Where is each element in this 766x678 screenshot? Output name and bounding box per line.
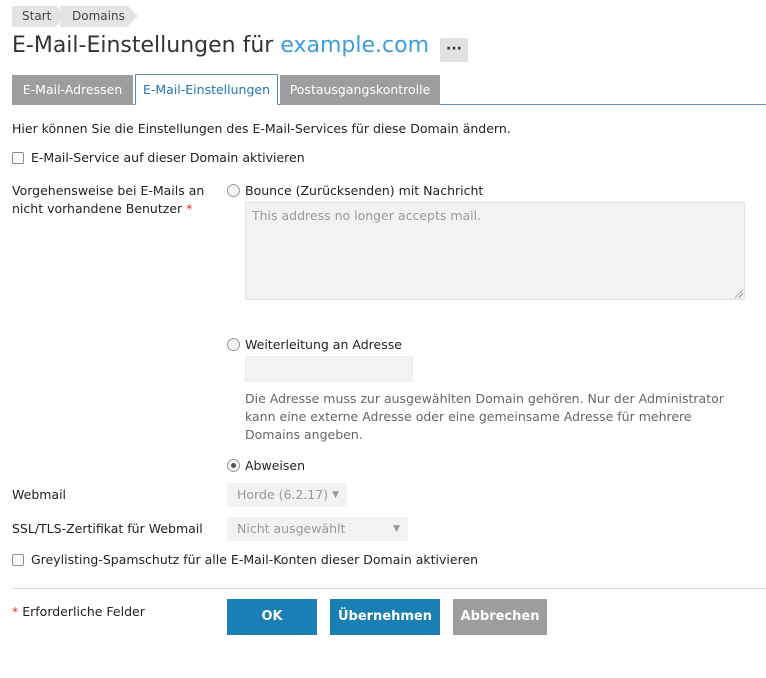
enable-mail-service-label[interactable]: E-Mail-Service auf dieser Domain aktivie… xyxy=(31,150,305,165)
tab-email-settings[interactable]: E-Mail-Einstellungen xyxy=(135,74,278,105)
required-asterisk: * xyxy=(186,201,193,216)
webmail-label: Webmail xyxy=(12,487,67,502)
resize-grip-icon[interactable] xyxy=(734,289,743,298)
bounce-radio[interactable] xyxy=(227,184,240,197)
reject-radio-label[interactable]: Abweisen xyxy=(245,458,305,473)
ok-button[interactable]: OK xyxy=(227,599,317,635)
more-actions-button[interactable]: ··· xyxy=(440,38,468,62)
bounce-radio-label[interactable]: Bounce (Zurücksenden) mit Nachricht xyxy=(245,183,483,198)
apply-button[interactable]: Übernehmen xyxy=(330,599,440,635)
page-title-domain[interactable]: example.com xyxy=(280,33,429,58)
bounce-message-textarea[interactable]: This address no longer accepts mail. xyxy=(245,202,745,300)
forward-address-hint: Die Adresse muss zur ausgewählten Domain… xyxy=(245,391,724,442)
nonexistent-users-label: nicht vorhandene Benutzer * xyxy=(12,201,192,216)
ssl-cert-label: SSL/TLS-Zertifikat für Webmail xyxy=(12,521,203,536)
page-title-prefix: E-Mail-Einstellungen für xyxy=(12,33,274,58)
chevron-down-icon: ▼ xyxy=(332,490,339,500)
breadcrumb-start[interactable]: Start xyxy=(12,6,66,27)
page-title: E-Mail-Einstellungen für example.com xyxy=(12,33,429,58)
required-fields-note: * Erforderliche Felder xyxy=(12,604,145,619)
ssl-cert-select[interactable]: Nicht ausgewählt ▼ xyxy=(227,517,408,541)
greylisting-checkbox[interactable] xyxy=(12,554,24,566)
form-divider xyxy=(12,588,766,589)
forward-radio-label[interactable]: Weiterleitung an Adresse xyxy=(245,337,402,352)
webmail-select-value: Horde (6.2.17) xyxy=(237,487,329,502)
enable-mail-service-checkbox[interactable] xyxy=(12,152,24,164)
ssl-cert-select-value: Nicht ausgewählt xyxy=(237,521,346,536)
reject-radio[interactable] xyxy=(227,459,240,472)
breadcrumb-domains[interactable]: Domains xyxy=(60,6,138,27)
forward-radio[interactable] xyxy=(227,338,240,351)
tab-email-addresses[interactable]: E-Mail-Adressen xyxy=(12,75,133,105)
cancel-button[interactable]: Abbrechen xyxy=(453,599,547,635)
required-fields-text: Erforderliche Felder xyxy=(22,604,145,619)
forward-address-input[interactable] xyxy=(245,356,413,382)
webmail-select[interactable]: Horde (6.2.17) ▼ xyxy=(227,483,347,507)
tab-outgoing-control[interactable]: Postausgangskontrolle xyxy=(280,75,440,105)
chevron-down-icon: ▼ xyxy=(393,524,400,534)
greylisting-label[interactable]: Greylisting-Spamschutz für alle E-Mail-K… xyxy=(31,552,478,567)
nonexistent-users-label-line2: nicht vorhandene Benutzer xyxy=(12,201,183,216)
intro-text: Hier können Sie die Einstellungen des E-… xyxy=(12,121,511,136)
required-asterisk: * xyxy=(12,604,19,619)
nonexistent-users-label-line1: Vorgehensweise bei E-Mails an xyxy=(12,183,205,198)
